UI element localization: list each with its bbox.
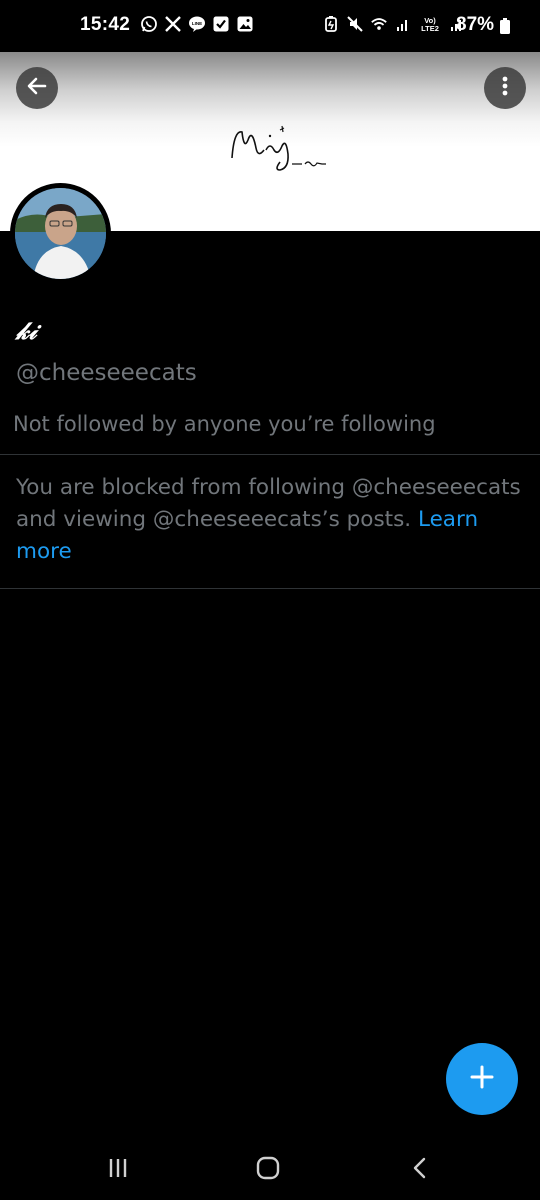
signal-icon — [394, 15, 412, 33]
battery-icon — [500, 18, 510, 34]
status-time: 15:42 — [80, 14, 131, 35]
arrow-left-icon — [25, 74, 49, 102]
back-button[interactable] — [16, 67, 58, 109]
status-notification-icons: LINE — [140, 15, 254, 33]
mute-icon — [346, 15, 364, 33]
plus-icon — [468, 1063, 496, 1095]
svg-text:LTE2: LTE2 — [421, 24, 439, 33]
blocked-notice: You are blocked from following @cheeseee… — [16, 472, 531, 568]
battery-saver-icon — [322, 15, 340, 33]
svg-text:LINE: LINE — [192, 21, 202, 26]
followed-by-text: Not followed by anyone you’re following — [13, 412, 436, 436]
banner-signature-image — [231, 125, 326, 171]
avatar[interactable] — [10, 183, 111, 284]
divider — [0, 588, 540, 589]
profile-handle: @cheeseeecats — [16, 360, 197, 386]
status-system-icons: Vo) LTE2 — [322, 15, 466, 33]
chevron-left-icon — [408, 1156, 432, 1184]
battery-percentage: 87% — [456, 14, 495, 35]
line-icon: LINE — [188, 15, 206, 33]
more-options-button[interactable] — [484, 67, 526, 109]
nav-back-button[interactable] — [405, 1155, 435, 1185]
wifi-icon — [370, 15, 388, 33]
nav-home-button[interactable] — [253, 1155, 283, 1185]
home-icon — [255, 1155, 281, 1185]
more-vertical-icon — [493, 74, 517, 102]
status-bar: 15:42 LINE Vo) LTE2 87% — [0, 0, 540, 52]
checkbox-icon — [212, 15, 230, 33]
x-icon — [164, 15, 182, 33]
divider — [0, 454, 540, 455]
compose-button[interactable] — [446, 1043, 518, 1115]
whatsapp-icon — [140, 15, 158, 33]
volte-icon: Vo) LTE2 — [418, 15, 442, 33]
gallery-icon — [236, 15, 254, 33]
recents-icon — [106, 1156, 130, 1184]
display-name: 𝓀𝒾 — [16, 316, 37, 345]
nav-recents-button[interactable] — [103, 1155, 133, 1185]
avatar-photo — [15, 188, 106, 279]
